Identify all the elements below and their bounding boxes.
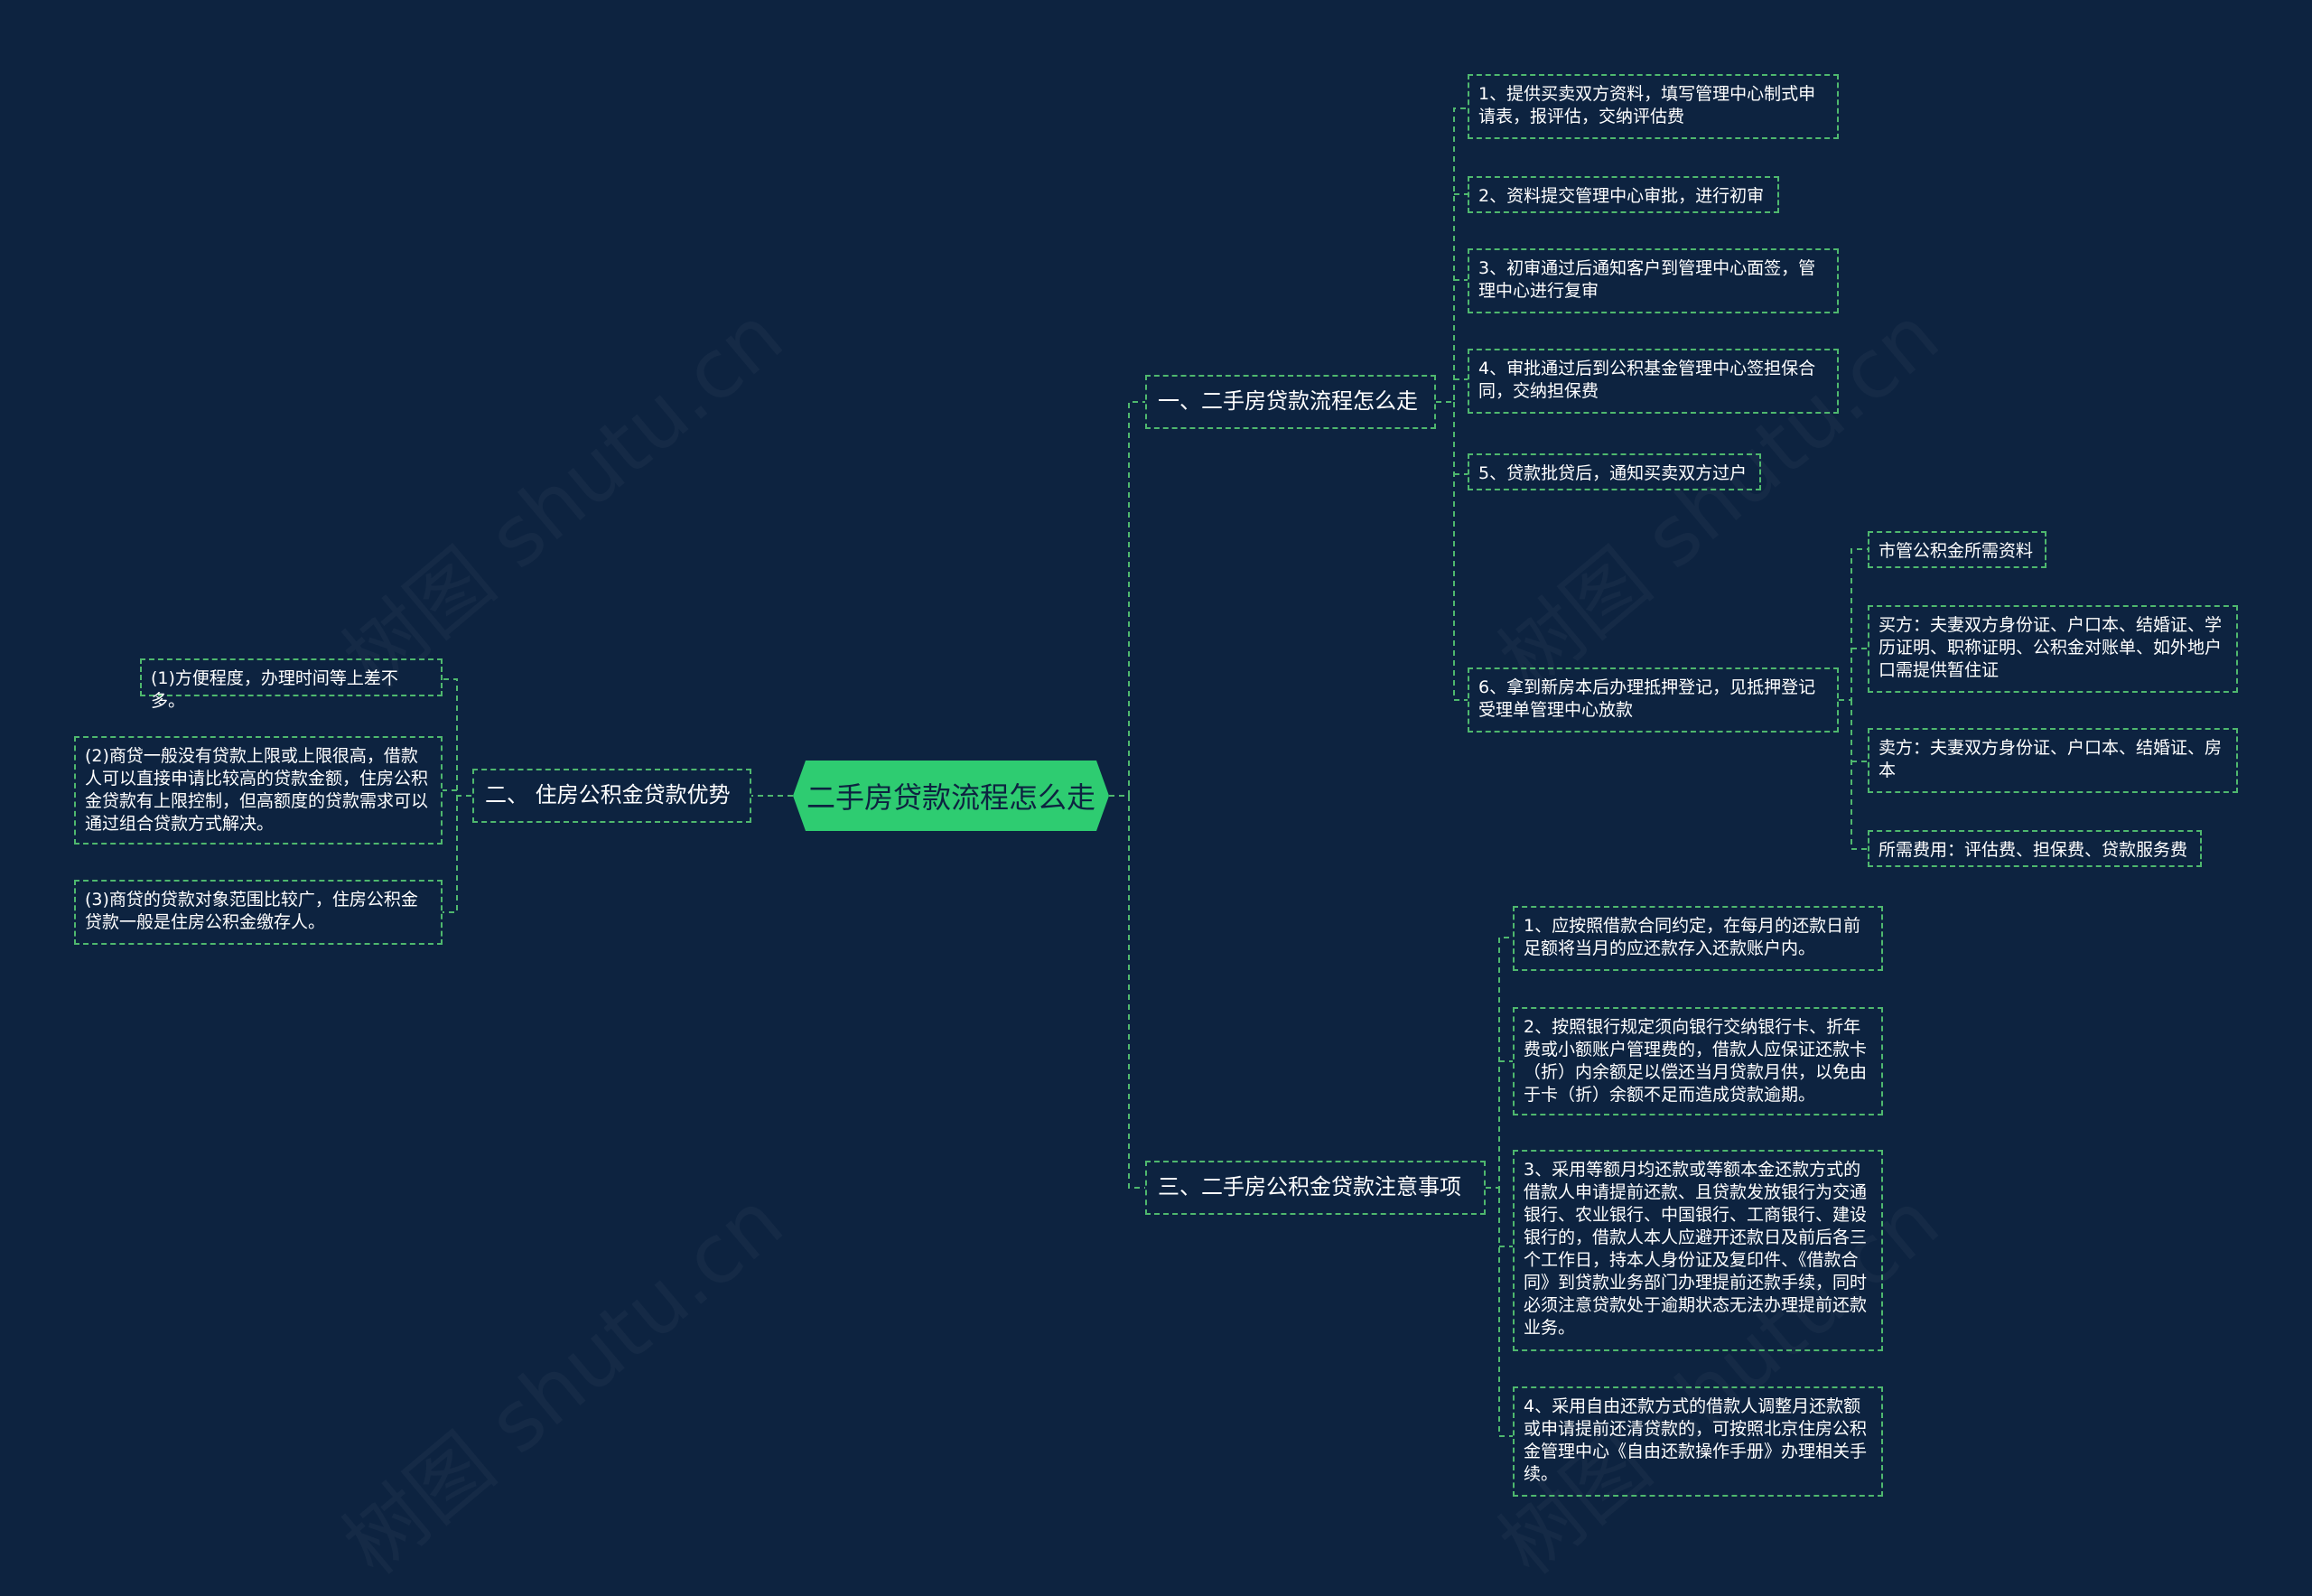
note-item-1[interactable]: 1、应按照借款合同约定，在每月的还款日前足额将当月的应还款存入还款账户内。 bbox=[1513, 906, 1883, 971]
seller-docs-node[interactable]: 卖方：夫妻双方身份证、户口本、结婚证、房本 bbox=[1868, 728, 2238, 793]
root-node[interactable]: 二手房贷款流程怎么走 bbox=[793, 761, 1109, 831]
materials-node[interactable]: 市管公积金所需资料 bbox=[1868, 531, 2046, 568]
process-step-1[interactable]: 1、提供买卖双方资料，填写管理中心制式申请表，报评估，交纳评估费 bbox=[1468, 74, 1839, 139]
branch-process-node[interactable]: 一、二手房贷款流程怎么走 bbox=[1145, 375, 1436, 429]
note-item-4[interactable]: 4、采用自由还款方式的借款人调整月还款额或申请提前还清贷款的，可按照北京住房公积… bbox=[1513, 1386, 1883, 1497]
buyer-docs-node[interactable]: 买方：夫妻双方身份证、户口本、结婚证、学历证明、职称证明、公积金对账单、如外地户… bbox=[1868, 605, 2238, 693]
process-step-5[interactable]: 5、贷款批贷后，通知买卖双方过户 bbox=[1468, 453, 1761, 490]
advantage-item-1[interactable]: (1)方便程度，办理时间等上差不多。 bbox=[140, 658, 443, 711]
process-step-2[interactable]: 2、资料提交管理中心审批，进行初审 bbox=[1468, 176, 1779, 213]
fees-node[interactable]: 所需费用：评估费、担保费、贷款服务费 bbox=[1868, 830, 2202, 867]
note-item-2[interactable]: 2、按照银行规定须向银行交纳银行卡、折年费或小额账户管理费的，借款人应保证还款卡… bbox=[1513, 1007, 1883, 1115]
branch-notes-node[interactable]: 三、二手房公积金贷款注意事项 bbox=[1145, 1161, 1486, 1215]
note-item-3[interactable]: 3、采用等额月均还款或等额本金还款方式的借款人申请提前还款、且贷款发放银行为交通… bbox=[1513, 1150, 1883, 1351]
advantage-item-3[interactable]: (3)商贷的贷款对象范围比较广，住房公积金贷款一般是住房公积金缴存人。 bbox=[74, 880, 443, 945]
process-step-6[interactable]: 6、拿到新房本后办理抵押登记，见抵押登记受理单管理中心放款 bbox=[1468, 667, 1839, 733]
process-step-4[interactable]: 4、审批通过后到公积基金管理中心签担保合同，交纳担保费 bbox=[1468, 349, 1839, 414]
process-step-3[interactable]: 3、初审通过后通知客户到管理中心面签，管理中心进行复审 bbox=[1468, 248, 1839, 313]
advantage-item-2[interactable]: (2)商贷一般没有贷款上限或上限很高，借款人可以直接申请比较高的贷款金额，住房公… bbox=[74, 736, 443, 845]
branch-advantages-node[interactable]: 二、 住房公积金贷款优势 bbox=[472, 769, 751, 823]
mindmap-canvas: 树图 shutu.cn 树图 shutu.cn 树图 shutu.cn 树图 s… bbox=[0, 0, 2312, 1569]
